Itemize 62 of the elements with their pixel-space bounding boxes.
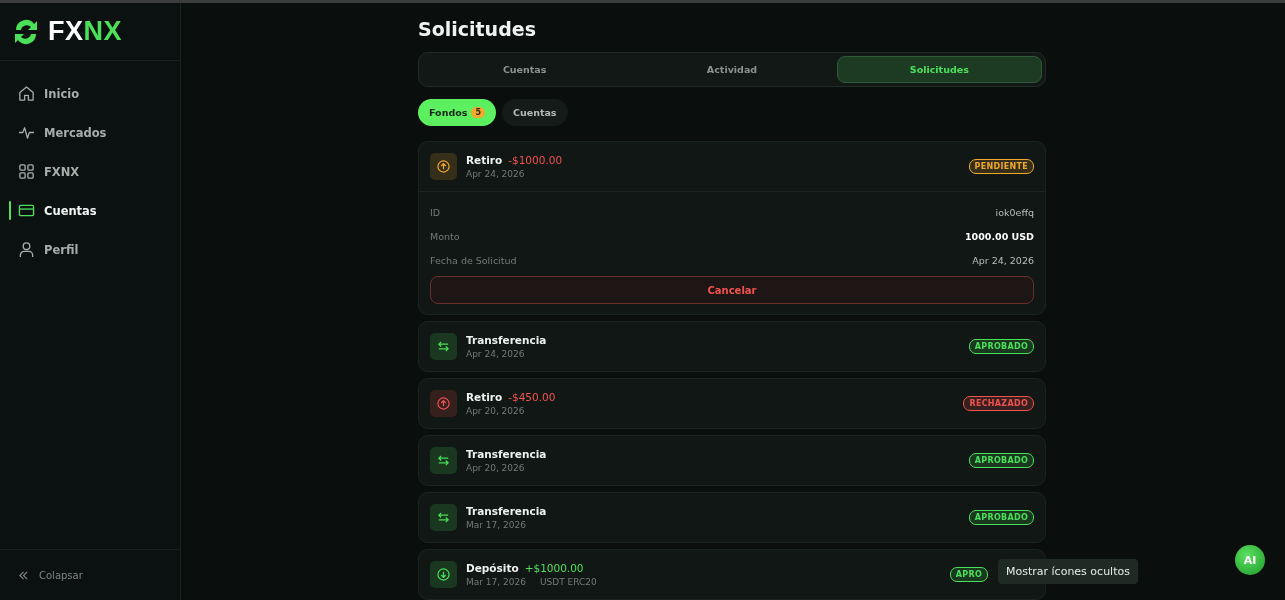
page-title: Solicitudes bbox=[418, 18, 537, 40]
swap-arrows-icon bbox=[437, 511, 450, 524]
request-title: Transferencia bbox=[466, 505, 547, 517]
request-date: Apr 20, 2026 bbox=[466, 406, 525, 416]
card-icon bbox=[18, 202, 35, 219]
request-date: Apr 24, 2026 bbox=[466, 169, 525, 179]
grid-icon bbox=[18, 163, 35, 180]
tab[interactable]: Cuentas bbox=[422, 56, 628, 83]
request-card[interactable]: Retiro -$1000.00 Apr 24, 2026 PENDIENTE ID iok0effq Monto 1000.00 USD Fecha de Solicitud Apr 24, 2026 Cancelar bbox=[418, 141, 1046, 315]
request-amount: -$450.00 bbox=[508, 391, 556, 403]
arrow-down-circle-icon bbox=[437, 568, 450, 581]
request-title: Retiro bbox=[466, 391, 503, 403]
request-title: Retiro bbox=[466, 154, 503, 166]
request-title: Depósito bbox=[466, 562, 519, 574]
request-date: Mar 17, 2026 bbox=[466, 577, 526, 587]
request-amount: +$1000.00 bbox=[524, 562, 584, 574]
detail-label: Monto bbox=[430, 230, 460, 242]
collapse-button[interactable]: Colapsar bbox=[18, 569, 83, 581]
sidebar-item[interactable]: Inicio bbox=[0, 74, 180, 113]
tab[interactable]: Solicitudes bbox=[836, 56, 1042, 83]
swap-arrows-icon bbox=[437, 454, 450, 467]
sidebar-item[interactable]: Cuentas bbox=[0, 191, 180, 230]
detail-label: Fecha de Solicitud bbox=[430, 254, 517, 266]
double-chevron-icon bbox=[18, 569, 29, 581]
status-badge: RECHAZADO bbox=[963, 396, 1034, 411]
filter-chip[interactable]: Cuentas bbox=[501, 99, 568, 126]
detail-value: Apr 24, 2026 bbox=[972, 254, 1034, 266]
status-badge: PENDIENTE bbox=[968, 159, 1034, 174]
swap-arrows-icon bbox=[437, 340, 450, 353]
request-network: USDT ERC20 bbox=[539, 577, 597, 587]
sidebar-item[interactable]: Mercados bbox=[0, 113, 180, 152]
request-card[interactable]: Transferencia Apr 20, 2026 APROBADO bbox=[418, 435, 1046, 486]
filter-chip[interactable]: Fondos 5 bbox=[418, 99, 496, 126]
tab[interactable]: Actividad bbox=[629, 56, 835, 83]
request-title: Transferencia bbox=[466, 448, 547, 460]
pulse-icon bbox=[18, 124, 35, 141]
request-date: Apr 20, 2026 bbox=[466, 463, 525, 473]
arrow-up-circle-icon bbox=[437, 160, 450, 173]
request-date: Mar 17, 2026 bbox=[466, 520, 526, 530]
logo-icon bbox=[12, 17, 40, 46]
status-badge: APROBADO bbox=[968, 339, 1034, 354]
detail-label: ID bbox=[430, 206, 441, 218]
request-card[interactable]: Retiro -$450.00 Apr 20, 2026 RECHAZADO bbox=[418, 378, 1046, 429]
arrow-up-circle-icon bbox=[437, 397, 450, 410]
detail-value: iok0effq bbox=[995, 206, 1034, 218]
sidebar-item[interactable]: FXNX bbox=[0, 152, 180, 191]
detail-value: 1000.00 USD bbox=[964, 230, 1034, 242]
request-amount: -$1000.00 bbox=[508, 154, 563, 166]
user-icon bbox=[18, 241, 35, 258]
home-icon bbox=[18, 85, 35, 102]
count-badge: 5 bbox=[471, 107, 485, 118]
request-card[interactable]: Transferencia Mar 17, 2026 APROBADO bbox=[418, 492, 1046, 543]
request-card[interactable]: Transferencia Apr 24, 2026 APROBADO bbox=[418, 321, 1046, 372]
brand-name[interactable]: FXNX bbox=[48, 16, 123, 47]
request-title: Transferencia bbox=[466, 334, 547, 346]
status-badge: APROBADO bbox=[968, 453, 1034, 468]
tooltip: Mostrar ícones ocultos bbox=[998, 559, 1138, 584]
status-badge: APRO bbox=[949, 567, 988, 582]
sidebar-item[interactable]: Perfil bbox=[0, 230, 180, 269]
status-badge: APROBADO bbox=[968, 510, 1034, 525]
cancel-button[interactable]: Cancelar bbox=[430, 276, 1034, 304]
request-date: Apr 24, 2026 bbox=[466, 349, 525, 359]
